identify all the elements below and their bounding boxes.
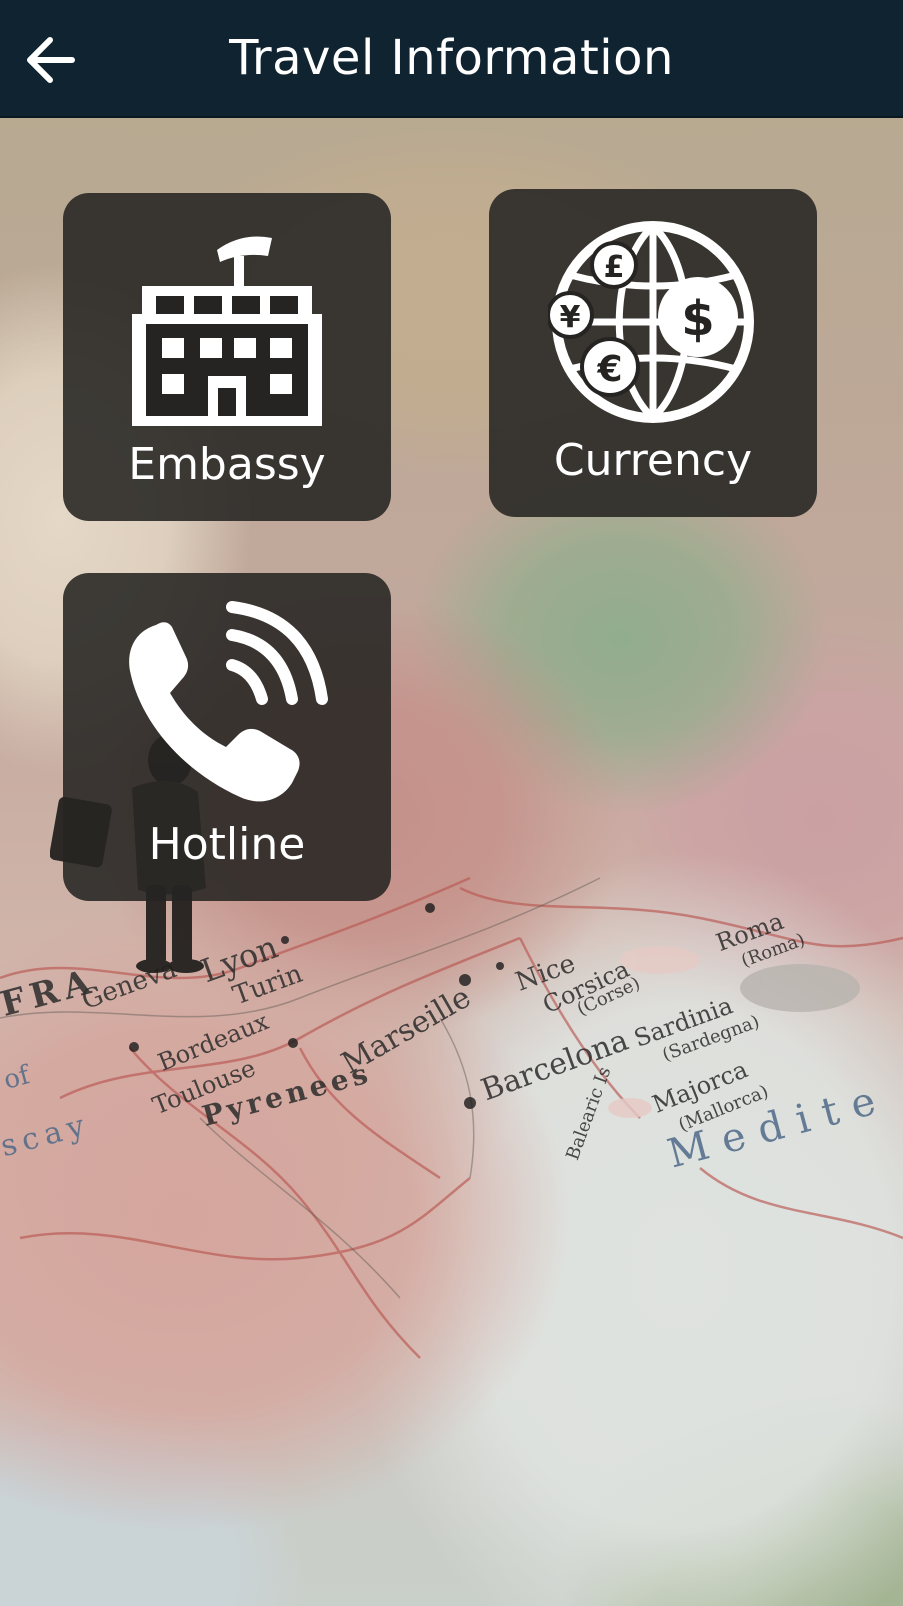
hotline-label: Hotline <box>148 819 306 870</box>
travel-information-screen: Travel Information Geneva Lyon Turin Bor… <box>0 0 903 1606</box>
currency-label: Currency <box>553 435 753 486</box>
embassy-label: Embassy <box>128 439 326 490</box>
svg-text:¥: ¥ <box>560 300 581 335</box>
svg-text:£: £ <box>604 250 625 285</box>
svg-text:$: $ <box>681 291 714 347</box>
currency-tile[interactable]: $ £ ¥ € Currency <box>489 189 817 517</box>
hotline-tile[interactable]: Hotline <box>63 573 391 901</box>
embassy-tile[interactable]: Embassy <box>63 193 391 521</box>
building-icon <box>132 236 322 426</box>
svg-text:€: € <box>596 349 622 390</box>
app-header: Travel Information <box>0 0 903 118</box>
globe-currency-icon: $ £ ¥ € <box>548 221 754 423</box>
page-title: Travel Information <box>229 30 674 86</box>
phone-ringing-icon <box>129 601 328 802</box>
